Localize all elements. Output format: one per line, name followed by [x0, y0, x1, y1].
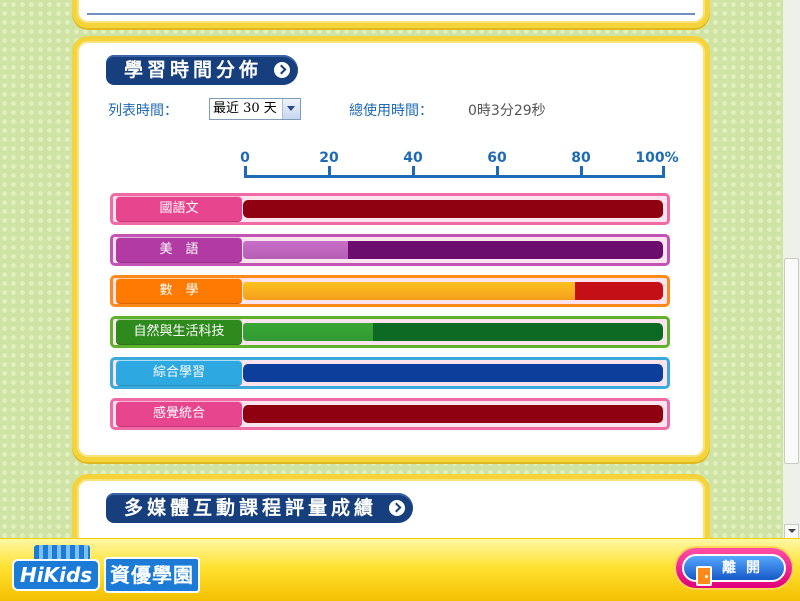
- site-name-logo: 資優學園: [104, 557, 200, 593]
- bar-fill: [243, 323, 373, 341]
- scale-tick-label: 20: [319, 150, 339, 166]
- scale-tick-label: 0: [240, 150, 250, 166]
- subject-row: 國語文: [110, 193, 670, 225]
- period-select[interactable]: 最近 30 天: [209, 98, 301, 120]
- period-label: 列表時間：: [108, 103, 178, 119]
- exit-button[interactable]: 離開: [682, 554, 786, 586]
- vertical-scrollbar[interactable]: [783, 0, 800, 540]
- scale-tick: [328, 166, 331, 178]
- bar-fill: [243, 241, 348, 259]
- door-icon: [696, 566, 712, 586]
- total-time-value: 0時3分29秒: [468, 103, 546, 119]
- period-selected-value: 最近 30 天: [213, 101, 277, 116]
- bar-background: [243, 364, 663, 382]
- scale-tick: [662, 166, 665, 178]
- bar-background: [243, 200, 663, 218]
- subject-label[interactable]: 國語文: [116, 196, 242, 222]
- subject-row: 美 語: [110, 234, 670, 266]
- subject-label[interactable]: 數 學: [116, 278, 242, 304]
- exit-button-frame[interactable]: 離開: [676, 548, 792, 588]
- scale-tick: [496, 166, 499, 178]
- section-title-text: 多媒體互動課程評量成績: [124, 497, 378, 519]
- exit-label: 離開: [722, 560, 770, 576]
- scale-tick-label: 60: [487, 150, 507, 166]
- subject-row: 自然與生活科技: [110, 316, 670, 348]
- bar-fill: [243, 282, 575, 300]
- scale-tick-label: 40: [403, 150, 423, 166]
- section-title-assessment[interactable]: 多媒體互動課程評量成績: [106, 493, 414, 523]
- section-title-text: 學習時間分佈: [124, 59, 263, 81]
- arrow-right-icon: [274, 62, 291, 78]
- subject-row: 感覺統合: [110, 398, 670, 430]
- divider-line: [87, 13, 695, 15]
- scale-tick: [580, 166, 583, 178]
- subject-label[interactable]: 自然與生活科技: [116, 319, 242, 345]
- scrollbar-thumb[interactable]: [784, 258, 799, 464]
- scale-axis-line: [244, 175, 665, 178]
- subject-label[interactable]: 感覺統合: [116, 401, 242, 427]
- hikids-logo: HiKids: [12, 559, 101, 591]
- arrow-right-icon: [389, 500, 406, 516]
- total-time-label: 總使用時間：: [349, 103, 433, 119]
- subject-row: 綜合學習: [110, 357, 670, 389]
- section-title-learning-time[interactable]: 學習時間分佈: [106, 55, 299, 85]
- scale-tick-label: 100%: [635, 150, 679, 166]
- bar-background: [243, 405, 663, 423]
- scale-tick: [412, 166, 415, 178]
- chevron-down-icon[interactable]: [282, 99, 300, 119]
- previous-panel: [72, 0, 710, 28]
- scale-tick: [244, 166, 247, 178]
- subject-label[interactable]: 美 語: [116, 237, 242, 263]
- scale-tick-label: 80: [571, 150, 591, 166]
- subject-row: 數 學: [110, 275, 670, 307]
- subject-label[interactable]: 綜合學習: [116, 360, 242, 386]
- scroll-down-button[interactable]: [784, 524, 799, 539]
